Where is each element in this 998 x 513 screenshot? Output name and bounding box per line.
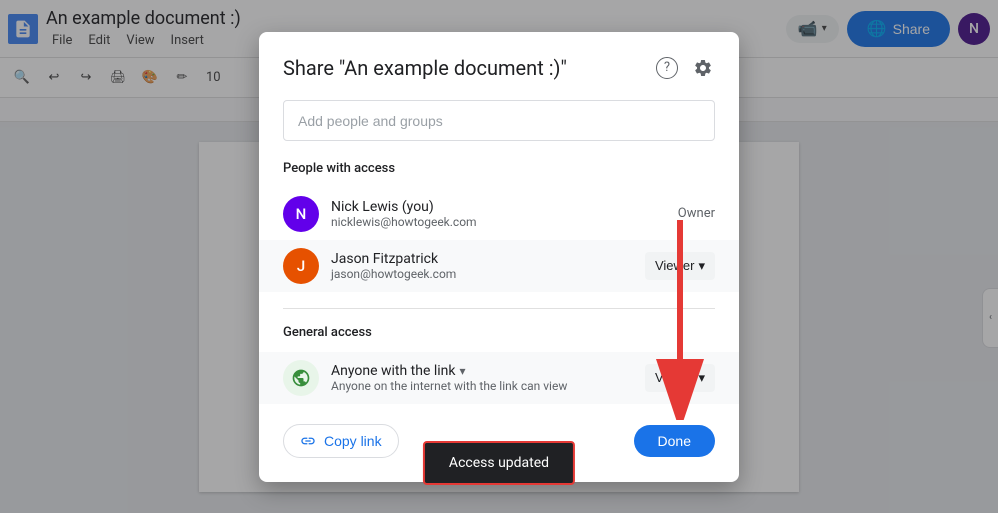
- jason-name: Jason Fitzpatrick: [331, 251, 633, 267]
- access-name: Anyone with the link: [331, 363, 456, 379]
- person-row-nick: N Nick Lewis (you) nicklewis@howtogeek.c…: [283, 188, 715, 240]
- help-icon-symbol: ?: [656, 57, 678, 79]
- nick-avatar: N: [283, 196, 319, 232]
- dialog-header-icons: ?: [655, 56, 715, 80]
- nick-name: Nick Lewis (you): [331, 199, 666, 215]
- access-role-dropdown[interactable]: Viewer ▾: [645, 364, 715, 392]
- access-globe-icon: [283, 360, 319, 396]
- general-access-info: Anyone with the link ▾ Anyone on the int…: [331, 363, 633, 393]
- people-section-label: People with access: [283, 161, 715, 176]
- dropdown-chevron-icon: ▾: [698, 258, 705, 274]
- general-access-row: Anyone with the link ▾ Anyone on the int…: [259, 352, 739, 404]
- add-people-input[interactable]: [298, 113, 700, 129]
- toast-message: Access updated: [449, 455, 549, 471]
- nick-email: nicklewis@howtogeek.com: [331, 215, 666, 229]
- search-input-wrap: [283, 100, 715, 141]
- copy-link-button[interactable]: Copy link: [283, 424, 399, 458]
- jason-role-dropdown[interactable]: Viewer ▾: [645, 252, 715, 280]
- access-role-label: Viewer: [655, 370, 695, 385]
- jason-role-label: Viewer: [655, 258, 695, 273]
- access-name-chevron-icon: ▾: [460, 364, 466, 378]
- jason-info: Jason Fitzpatrick jason@howtogeek.com: [331, 251, 633, 281]
- jason-email: jason@howtogeek.com: [331, 267, 633, 281]
- section-divider: [283, 308, 715, 309]
- access-description: Anyone on the internet with the link can…: [331, 379, 633, 393]
- access-updated-toast: Access updated: [423, 441, 575, 485]
- help-icon[interactable]: ?: [655, 56, 679, 80]
- done-button[interactable]: Done: [634, 425, 715, 457]
- dialog-title: Share "An example document :)": [283, 56, 567, 80]
- nick-role: Owner: [678, 206, 715, 221]
- nick-info: Nick Lewis (you) nicklewis@howtogeek.com: [331, 199, 666, 229]
- person-row-jason: J Jason Fitzpatrick jason@howtogeek.com …: [259, 240, 739, 292]
- link-icon: [300, 433, 316, 449]
- copy-link-label: Copy link: [324, 433, 382, 449]
- dialog-header: Share "An example document :)" ?: [283, 56, 715, 80]
- access-name-row: Anyone with the link ▾: [331, 363, 633, 379]
- settings-icon[interactable]: [691, 56, 715, 80]
- share-dialog: Share "An example document :)" ? People …: [259, 32, 739, 482]
- done-label: Done: [658, 433, 691, 449]
- jason-avatar: J: [283, 248, 319, 284]
- general-access-label: General access: [283, 325, 715, 340]
- access-dropdown-chevron-icon: ▾: [698, 370, 705, 386]
